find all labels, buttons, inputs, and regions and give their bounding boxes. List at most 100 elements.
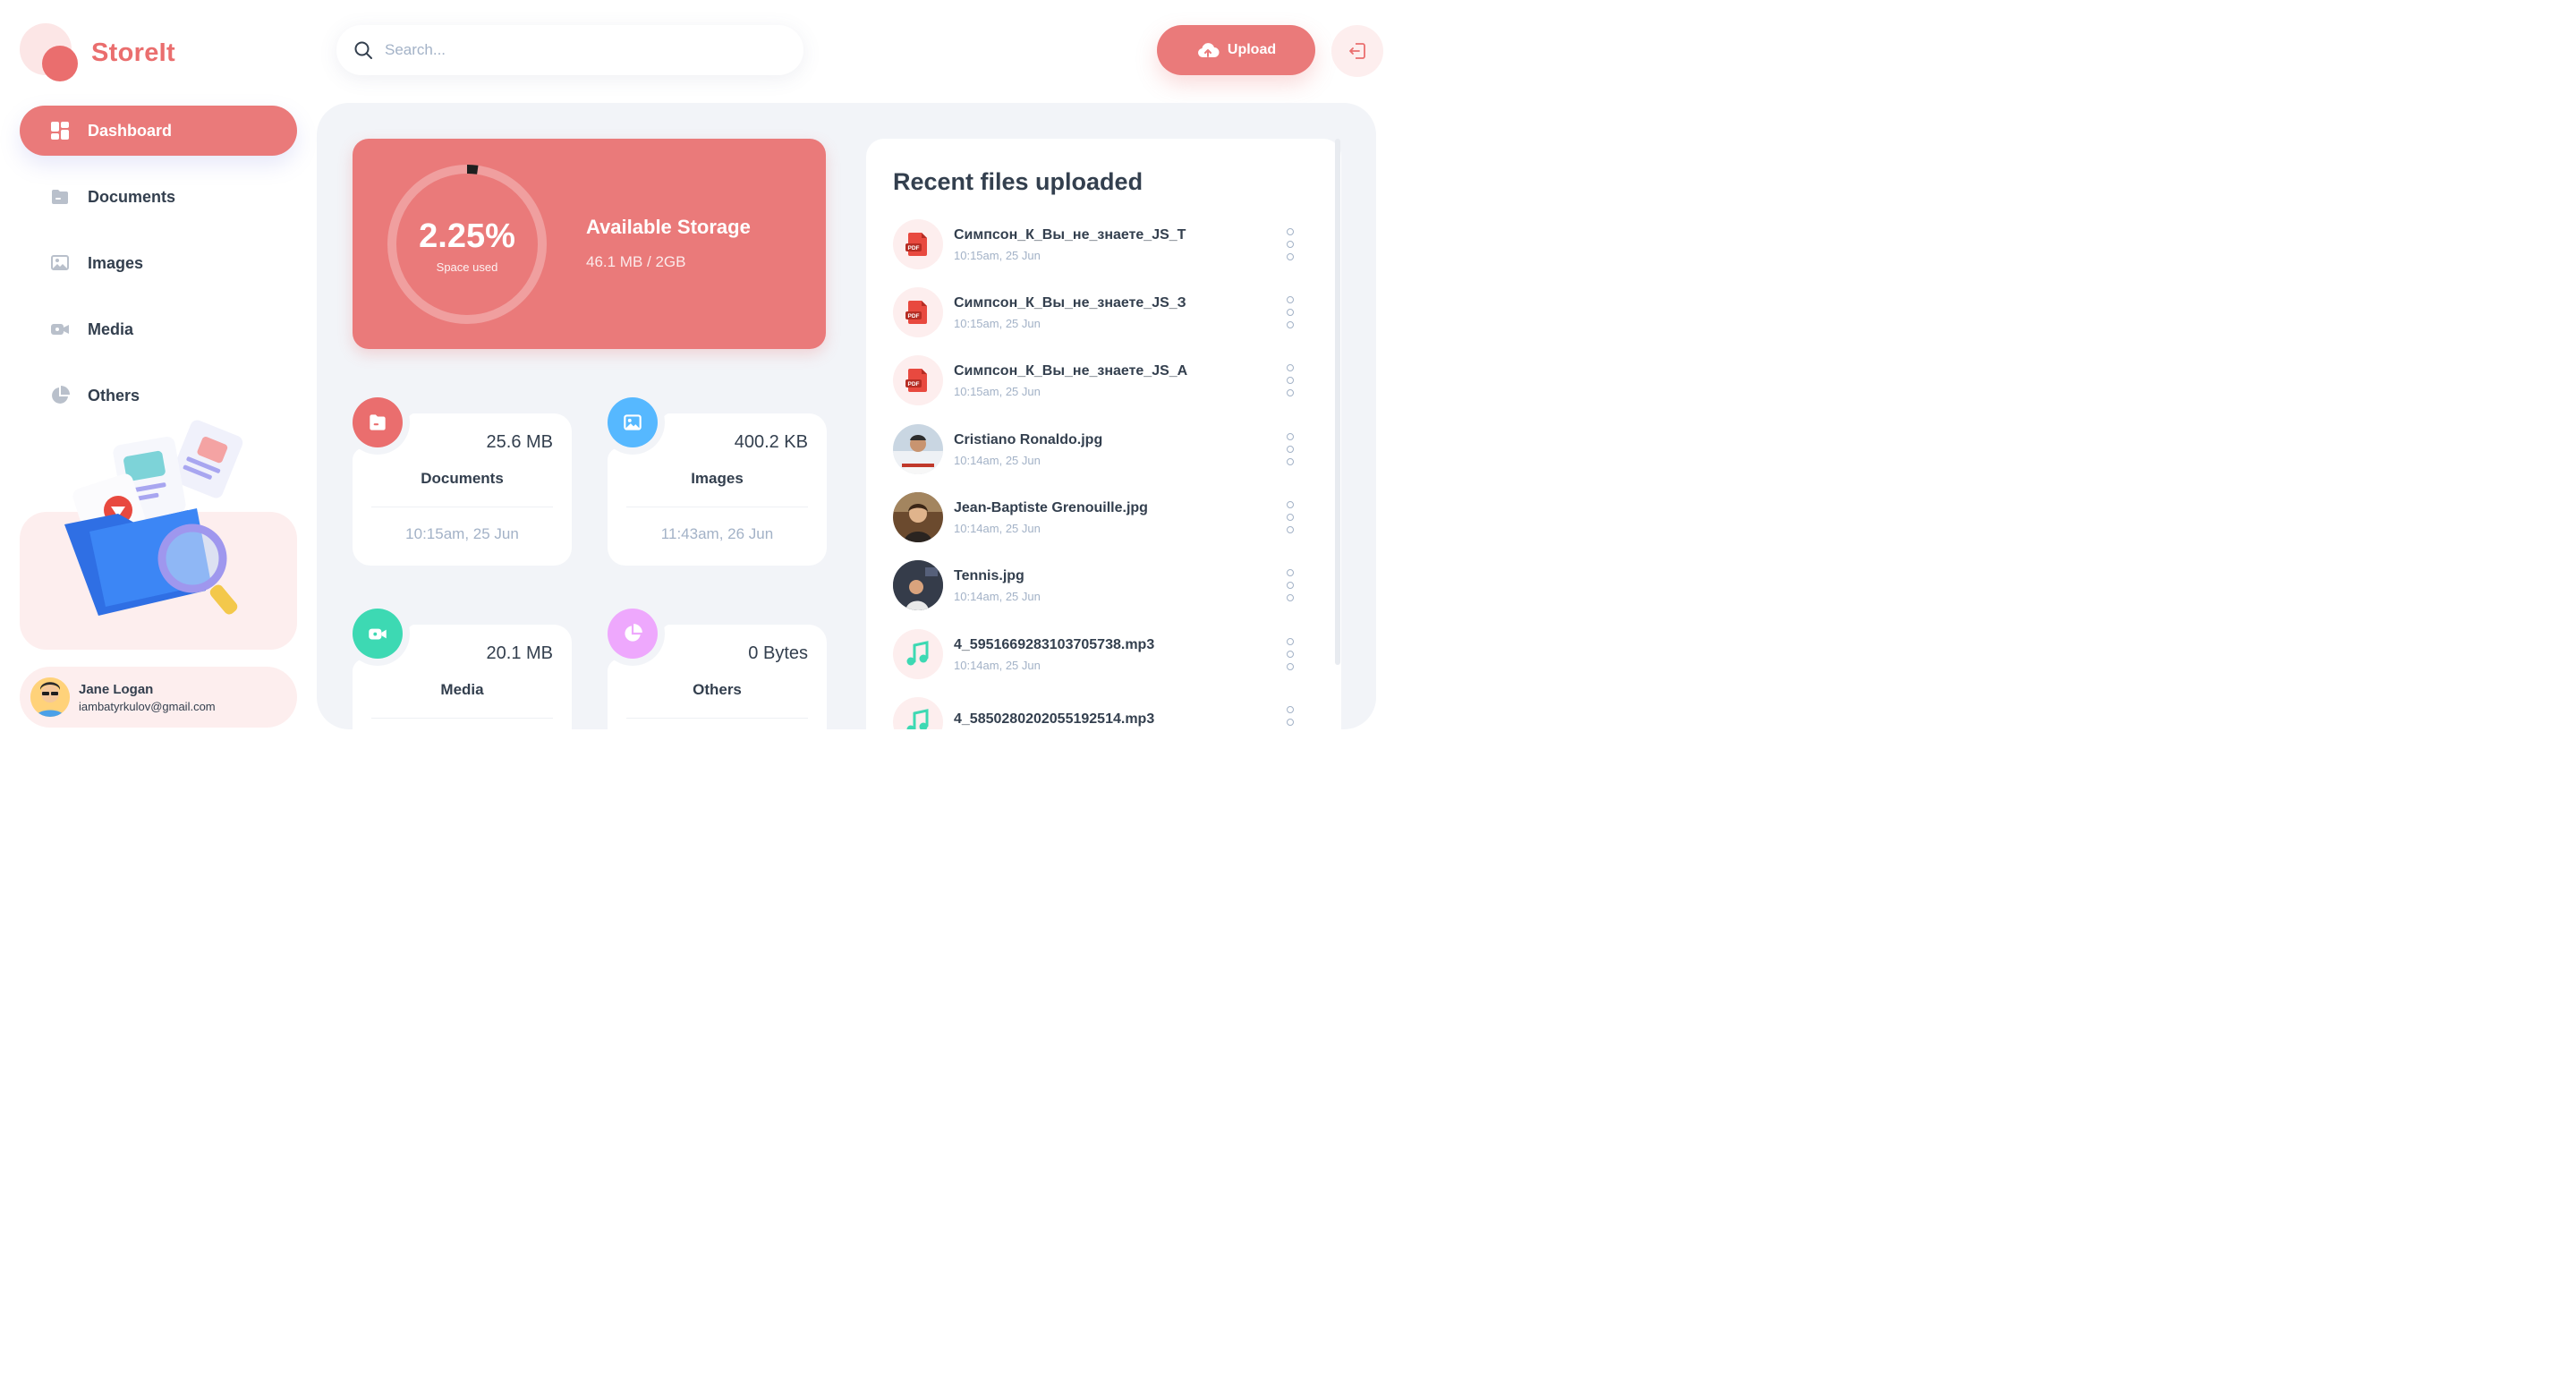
recent-file-row[interactable]: Cristiano Ronaldo.jpg 10:14am, 25 Jun [893,424,1314,474]
files-illustration [64,420,243,616]
video-icon [48,318,72,341]
more-options-icon[interactable] [1283,501,1297,533]
summary-date: 11:43am, 26 Jun [660,525,774,542]
file-name: 4_5850280202055192514.mp3 [954,711,1155,727]
summary-size: 0 Bytes [748,643,808,663]
pie-icon [48,384,72,407]
upload-button[interactable]: Upload [1157,25,1315,75]
recent-file-row[interactable]: Tennis.jpg 10:14am, 25 Jun [893,560,1314,610]
recent-files-title: Recent files uploaded [893,168,1143,195]
more-options-icon[interactable] [1283,569,1297,601]
recent-file-row[interactable]: 4_5850280202055192514.mp3 [893,697,1314,729]
file-name: Симпсон_К_Вы_не_знаете_JS_А [954,362,1188,379]
file-name: Симпсон_К_Вы_не_знаете_JS_Т [954,226,1186,243]
summary-card-documents[interactable]: 25.6 MB Documents 10:15am, 25 Jun [353,397,572,566]
more-options-icon[interactable] [1283,706,1297,729]
more-options-icon[interactable] [1283,433,1297,465]
divider [371,718,553,719]
file-name: 4_5951669283103705738.mp3 [954,636,1155,652]
search-bar[interactable] [336,25,803,75]
upload-label: Upload [1227,42,1277,57]
sidebar-item-label: Others [88,386,140,404]
sidebar-item-dashboard[interactable]: Dashboard [20,106,297,156]
file-name: Cristiano Ronaldo.jpg [954,431,1103,447]
file-time: 10:15am, 25 Jun [954,248,1041,262]
pdf-icon: PDF [893,287,943,337]
sidebar-item-media[interactable]: Media [20,304,297,354]
scrollbar[interactable] [1335,139,1340,665]
file-time: 10:14am, 25 Jun [954,453,1041,467]
file-time: 10:14am, 25 Jun [954,521,1041,535]
recent-file-row[interactable]: PDF Симпсон_К_Вы_не_знаете_JS_З 10:15am, … [893,287,1314,337]
sidebar-item-label: Documents [88,187,176,206]
user-email: iambatyrkulov@gmail.com [79,699,216,713]
file-time: 10:15am, 25 Jun [954,316,1041,330]
storage-percent: 2.25% [419,217,515,255]
app-name: StoreIt [91,38,175,67]
summary-label: Media [440,681,484,698]
documents-icon [353,397,403,447]
summary-label: Documents [421,470,504,487]
recent-file-row[interactable]: PDF Симпсон_К_Вы_не_знаете_JS_А 10:15am, … [893,355,1314,405]
documents-icon [48,185,72,209]
user-name: Jane Logan [79,681,154,697]
more-options-icon[interactable] [1283,364,1297,396]
summary-card-images[interactable]: 400.2 KB Images 11:43am, 26 Jun [608,397,827,566]
summary-label: Images [691,470,744,487]
file-name: Tennis.jpg [954,567,1024,583]
sidebar-item-others[interactable]: Others [20,370,297,421]
summary-label: Others [693,681,742,698]
svg-text:PDF: PDF [908,245,920,251]
recent-file-row[interactable]: PDF Симпсон_К_Вы_не_знаете_JS_Т 10:15am, … [893,219,1314,269]
pdf-icon: PDF [893,355,943,405]
summary-size: 25.6 MB [486,432,553,452]
images-icon [48,251,72,275]
sidebar-nav: Dashboard Documents Images Media Others [20,106,297,437]
dashboard-icon [48,119,72,142]
photo-thumbnail [893,560,943,610]
cloud-upload-icon [1197,43,1220,57]
search-icon [354,41,372,59]
more-options-icon[interactable] [1283,638,1297,670]
images-icon [608,397,658,447]
summary-size: 400.2 KB [734,432,808,452]
photo-thumbnail [893,492,943,542]
sidebar-item-documents[interactable]: Documents [20,172,297,222]
summary-card-others[interactable]: 0 Bytes Others [608,609,827,729]
sidebar-item-images[interactable]: Images [20,238,297,288]
music-note-icon [893,629,943,679]
file-name: Симпсон_К_Вы_не_знаете_JS_З [954,294,1186,311]
storage-card: 2.25% Space used Available Storage 46.1 … [353,139,826,349]
recent-file-row[interactable]: 4_5951669283103705738.mp3 10:14am, 25 Jun [893,629,1314,679]
sidebar-item-label: Dashboard [88,121,173,140]
file-time: 10:15am, 25 Jun [954,384,1041,398]
sidebar-item-label: Media [88,319,134,338]
pdf-icon: PDF [893,219,943,269]
logo-mark-icon [20,23,81,82]
file-time: 10:14am, 25 Jun [954,589,1041,603]
recent-file-row[interactable]: Jean-Baptiste Grenouille.jpg 10:14am, 25 … [893,492,1314,542]
svg-text:PDF: PDF [908,381,920,387]
storage-size: 46.1 MB / 2GB [586,253,686,270]
user-card[interactable]: Jane Logan iambatyrkulov@gmail.com [20,667,297,728]
more-options-icon[interactable] [1283,228,1297,260]
more-options-icon[interactable] [1283,296,1297,328]
svg-text:PDF: PDF [908,313,920,319]
storage-title: Available Storage [586,216,751,238]
app-logo[interactable]: StoreIt [20,23,175,82]
file-time: 10:14am, 25 Jun [954,658,1041,672]
recent-files-panel: Recent files uploaded PDF Симпсон_К_Вы_н… [866,139,1341,729]
photo-thumbnail [893,424,943,474]
pie-icon [608,609,658,659]
sidebar-item-label: Images [88,253,144,272]
avatar [30,677,70,717]
video-icon [353,609,403,659]
search-input[interactable] [385,41,778,59]
dashboard-main: 2.25% Space used Available Storage 46.1 … [317,103,1376,729]
storage-caption: Space used [436,260,498,274]
logout-button[interactable] [1331,25,1383,77]
summary-date: 10:15am, 25 Jun [405,525,519,542]
summary-card-media[interactable]: 20.1 MB Media [353,609,572,729]
file-name: Jean-Baptiste Grenouille.jpg [954,499,1148,515]
music-note-icon [893,697,943,729]
